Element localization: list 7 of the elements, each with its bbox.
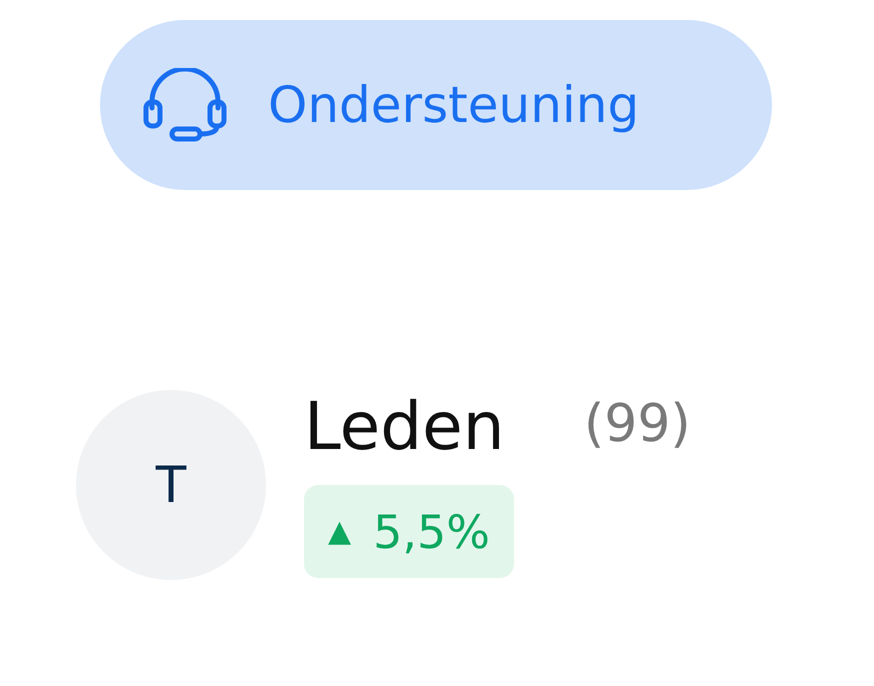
change-value: 5,5% <box>373 504 490 558</box>
avatar: T <box>76 390 266 580</box>
headset-icon <box>142 68 228 142</box>
triangle-up-icon: ▲ <box>328 516 352 546</box>
support-button[interactable]: Ondersteuning <box>100 20 772 190</box>
member-count: (99) <box>584 393 691 456</box>
card-title: Leden <box>304 387 506 467</box>
